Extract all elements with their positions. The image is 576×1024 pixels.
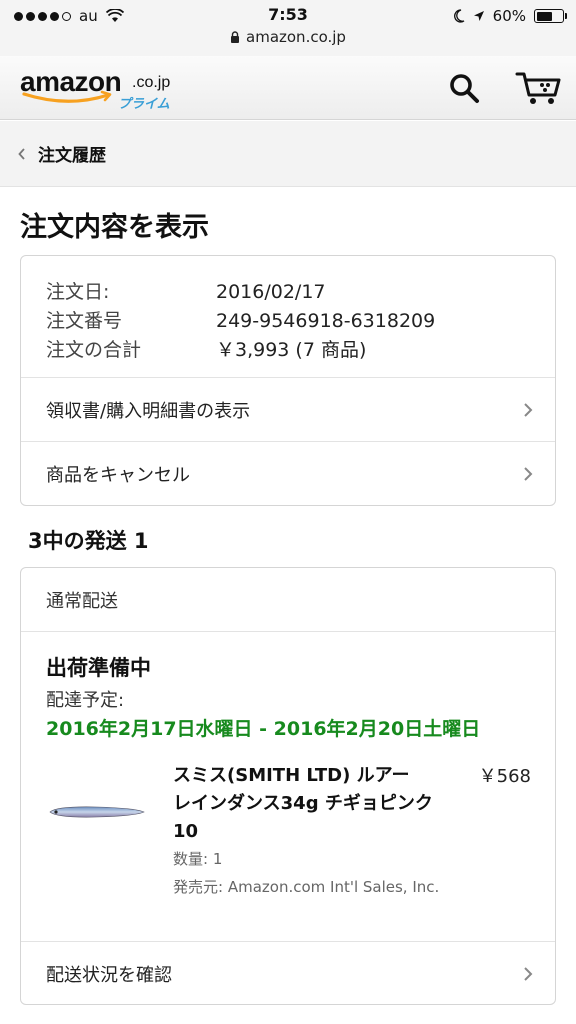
product-quantity: 数量: 1 xyxy=(173,850,223,868)
product-title-link[interactable]: スミス(SMITH LTD) ルアー レインダンス34g チギョピンク 10 xyxy=(173,762,433,846)
order-info: 注文日: 2016/02/17 注文番号 249-9546918-6318209… xyxy=(46,278,435,365)
order-total-label: 注文の合計 xyxy=(46,339,142,361)
moon-icon xyxy=(453,9,465,23)
product-image[interactable] xyxy=(47,804,147,820)
battery-percent: 60% xyxy=(492,7,526,25)
shipment-card: 通常配送 出荷準備中 配達予定: 2016年2月17日水曜日 - 2016年2月… xyxy=(20,567,556,1005)
cart-button[interactable] xyxy=(514,68,562,108)
chevron-left-icon xyxy=(18,147,25,160)
order-total-value: ￥3,993 (7 商品) xyxy=(216,339,367,361)
shipping-method: 通常配送 xyxy=(21,568,555,632)
delivery-estimate-label: 配達予定: xyxy=(46,690,125,711)
breadcrumb[interactable]: 注文履歴 xyxy=(0,121,576,187)
cart-icon xyxy=(515,72,561,104)
page-title: 注文内容を表示 xyxy=(20,212,209,243)
url-text: amazon.co.jp xyxy=(246,28,346,46)
shipment-count-heading: 3中の発送 1 xyxy=(28,529,149,553)
site-header: amazon .co.jp プライム xyxy=(0,56,576,120)
order-number-label: 注文番号 xyxy=(46,310,123,332)
shipment-status: 出荷準備中 xyxy=(46,656,151,680)
view-receipt-label: 領収書/購入明細書の表示 xyxy=(46,400,251,422)
product-seller: 発売元: Amazon.com Int'l Sales, Inc. xyxy=(173,878,440,896)
search-icon xyxy=(450,74,479,103)
cancel-items-link[interactable]: 商品をキャンセル xyxy=(21,441,555,505)
cancel-items-label: 商品をキャンセル xyxy=(46,464,190,486)
logo-tld: .co.jp xyxy=(132,74,171,91)
track-package-link[interactable]: 配送状況を確認 xyxy=(21,941,555,1004)
chevron-right-icon xyxy=(524,467,533,481)
lock-icon xyxy=(231,31,240,43)
order-total-row: 注文の合計 ￥3,993 (7 商品) xyxy=(46,336,435,365)
order-number-value: 249-9546918-6318209 xyxy=(216,310,436,332)
battery-icon xyxy=(534,9,567,23)
track-package-label: 配送状況を確認 xyxy=(46,964,172,986)
amazon-logo[interactable]: amazon .co.jp プライム xyxy=(20,66,180,114)
status-right: 60% xyxy=(453,6,567,26)
location-arrow-icon xyxy=(473,11,484,21)
order-date-value: 2016/02/17 xyxy=(216,281,326,303)
breadcrumb-label: 注文履歴 xyxy=(38,146,106,166)
smile-icon xyxy=(22,90,112,103)
logo-prime: プライム xyxy=(118,97,170,112)
delivery-estimate-range: 2016年2月17日水曜日 - 2016年2月20日土曜日 xyxy=(46,718,481,740)
chevron-right-icon xyxy=(524,967,533,981)
status-bar: au 7:53 60% amazon.co.jp xyxy=(0,0,576,56)
order-date-label: 注文日: xyxy=(46,281,110,303)
order-number-row: 注文番号 249-9546918-6318209 xyxy=(46,307,435,336)
view-receipt-link[interactable]: 領収書/購入明細書の表示 xyxy=(21,377,555,441)
chevron-right-icon xyxy=(524,403,533,417)
url-bar[interactable]: amazon.co.jp xyxy=(0,28,576,46)
order-date-row: 注文日: 2016/02/17 xyxy=(46,278,435,307)
order-summary-card: 注文日: 2016/02/17 注文番号 249-9546918-6318209… xyxy=(20,255,556,506)
product-price: ￥568 xyxy=(478,766,531,787)
search-button[interactable] xyxy=(444,68,484,108)
